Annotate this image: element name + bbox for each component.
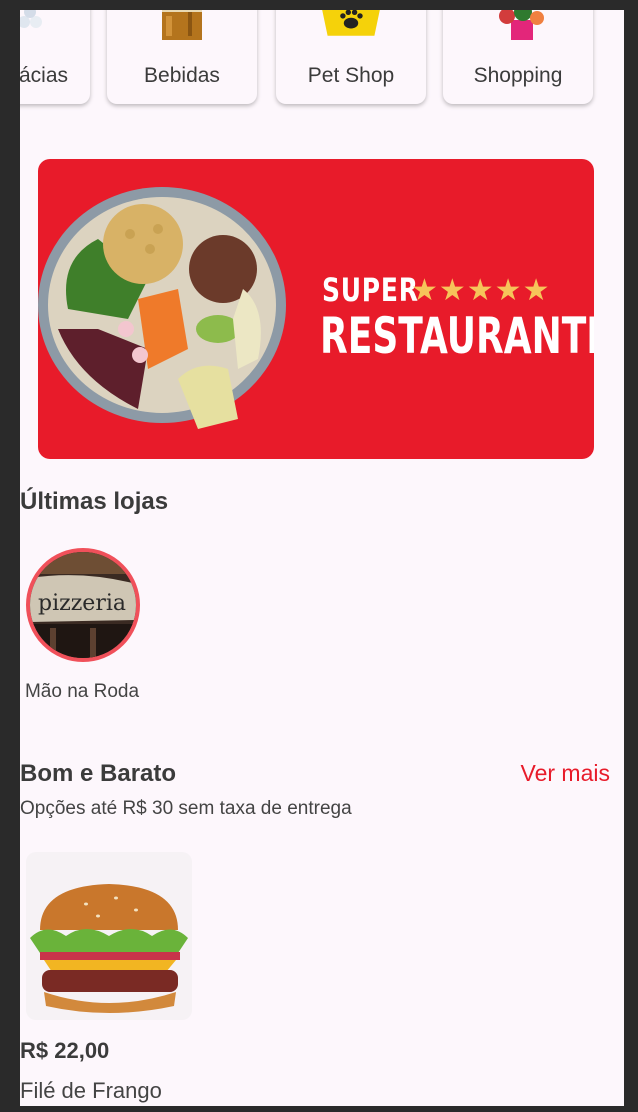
product-name[interactable]: Filé de Frango	[20, 1078, 162, 1104]
beer-icon	[146, 10, 218, 40]
product-price: R$ 22,00	[20, 1038, 110, 1063]
category-card-drinks[interactable]: Bebidas	[107, 10, 257, 104]
category-card-shopping[interactable]: Shopping	[443, 10, 593, 104]
burger-image	[30, 884, 188, 1013]
star-rating-icon: ★★★★★	[411, 274, 551, 307]
category-label: ácias	[20, 64, 68, 87]
pet-bucket-icon	[315, 10, 387, 40]
app-screen: ácias Bebidas Pet Shop Shopping SUPER ★★…	[20, 10, 624, 1106]
store-name[interactable]: Mão na Roda	[20, 680, 144, 704]
category-label: Shopping	[473, 64, 563, 87]
pizzeria-storefront-image: pizzeria	[30, 552, 136, 658]
category-label: Pet Shop	[307, 64, 395, 87]
flowers-icon	[482, 10, 554, 40]
device-frame-left	[0, 0, 20, 1112]
banner-restaurantes-text: RESTAURANTES	[320, 307, 594, 365]
device-frame-right	[624, 0, 638, 1112]
category-label: Bebidas	[144, 64, 220, 87]
category-carousel[interactable]: ácias Bebidas Pet Shop Shopping	[20, 10, 624, 116]
product-image-card[interactable]	[26, 852, 192, 1020]
recent-stores-title: Últimas lojas	[20, 488, 169, 515]
category-card-pharmacy[interactable]: ácias	[20, 10, 90, 104]
device-frame-bottom	[0, 1106, 638, 1112]
banner-super-text: SUPER	[322, 271, 419, 309]
bom-barato-subtitle: Opções até R$ 30 sem taxa de entrega	[20, 798, 352, 819]
salad-bowl-image	[38, 187, 286, 429]
category-card-petshop[interactable]: Pet Shop	[276, 10, 426, 104]
bom-barato-title: Bom e Barato	[20, 760, 177, 787]
store-avatar[interactable]: pizzeria	[26, 548, 140, 662]
see-more-link[interactable]: Ver mais	[521, 760, 610, 787]
svg-text:pizzeria: pizzeria	[38, 591, 126, 616]
pharmacy-icon	[20, 10, 70, 40]
super-restaurantes-banner[interactable]: SUPER ★★★★★ RESTAURANTES	[38, 159, 594, 459]
